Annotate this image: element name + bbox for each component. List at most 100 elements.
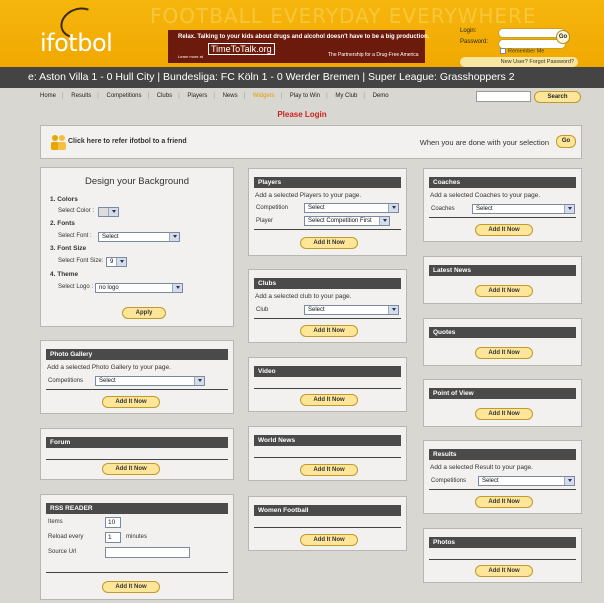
select-logo-label: Select Logo : (58, 284, 94, 290)
photo-competitions-select[interactable]: Select (95, 376, 205, 386)
done-selection-text: When you are done with your selection (419, 138, 549, 147)
clubs-label: Club (256, 307, 269, 313)
clubs-select[interactable]: Select (304, 305, 399, 315)
quotes-title: Quotes (429, 327, 576, 338)
coaches-title: Coaches (429, 177, 576, 188)
coaches-panel: Coaches Add a selected Coaches to your p… (423, 168, 582, 242)
people-icon (51, 135, 66, 150)
photo-gallery-add-button[interactable]: Add It Now (102, 396, 160, 408)
nav-clubs[interactable]: Clubs (157, 93, 172, 99)
refer-link[interactable]: Click here to refer ifotbol to a friend (68, 138, 187, 145)
nav-play-to-win[interactable]: Play to Win (290, 93, 320, 99)
video-title: Video (254, 366, 401, 377)
point-of-view-title: Point of View (429, 388, 576, 399)
nav-players[interactable]: Players (187, 93, 207, 99)
new-user-link[interactable]: New User? Forgot Password? (460, 57, 578, 67)
latest-news-panel: Latest News Add It Now (423, 256, 582, 304)
theme-heading: 4. Theme (50, 271, 79, 278)
results-desc: Add a selected Result to your page. (430, 464, 533, 471)
rss-reader-panel: RSS READER Items 10 Reload every 1 minut… (40, 494, 234, 600)
coaches-add-button[interactable]: Add It Now (475, 224, 533, 236)
remember-checkbox[interactable] (500, 48, 506, 54)
font-size-select[interactable]: 9 (106, 257, 127, 267)
nav-home[interactable]: Home (40, 93, 56, 99)
point-of-view-add-button[interactable]: Add It Now (475, 408, 533, 420)
coaches-select[interactable]: Select (472, 204, 575, 214)
nav-competitions[interactable]: Competitions (107, 93, 142, 99)
select-font-size-label: Select Font Size: (58, 258, 104, 264)
header-tagline: FOOTBALL EVERYDAY EVERYWHERE (150, 4, 537, 28)
results-panel: Results Add a selected Result to your pa… (423, 440, 582, 514)
results-title: Results (429, 449, 576, 460)
ad-text: Relax. Talking to your kids about drugs … (178, 34, 430, 40)
results-competitions-label: Competitions (431, 478, 467, 484)
rss-reload-input[interactable]: 1 (105, 532, 121, 543)
latest-news-title: Latest News (429, 265, 576, 276)
players-player-select[interactable]: Select Competition First (304, 216, 390, 226)
video-add-button[interactable]: Add It Now (300, 394, 358, 406)
forum-panel: Forum Add It Now (40, 428, 234, 480)
login-go-button[interactable]: Go (556, 30, 570, 44)
rss-items-input[interactable]: 10 (105, 517, 121, 528)
done-go-button[interactable]: Go (556, 135, 576, 148)
nav-widgets[interactable]: Widgets (253, 93, 275, 99)
players-panel: Players Add a selected Players to your p… (248, 168, 407, 256)
world-news-add-button[interactable]: Add It Now (300, 464, 358, 476)
photos-title: Photos (429, 537, 576, 548)
remember-me[interactable]: Remember Me (500, 48, 544, 54)
clubs-title: Clubs (254, 278, 401, 289)
ad-sponsor: The Partnership for a Drug-Free America (328, 52, 419, 58)
ad-banner[interactable]: Relax. Talking to your kids about drugs … (168, 30, 429, 63)
fonts-heading: 2. Fonts (50, 220, 75, 227)
apply-button[interactable]: Apply (122, 307, 166, 319)
results-competitions-select[interactable]: Select (478, 476, 575, 486)
results-add-button[interactable]: Add It Now (475, 496, 533, 508)
nav-demo[interactable]: Demo (373, 93, 389, 99)
search-input[interactable] (476, 91, 531, 102)
nav-results[interactable]: Results (71, 93, 91, 99)
nav-my-club[interactable]: My Club (335, 93, 357, 99)
photo-gallery-panel: Photo Gallery Add a selected Photo Galle… (40, 340, 234, 414)
clubs-desc: Add a selected club to your page. (255, 293, 352, 300)
forum-add-button[interactable]: Add It Now (102, 463, 160, 475)
players-add-button[interactable]: Add It Now (300, 237, 358, 249)
font-size-heading: 3. Font Size (50, 245, 87, 252)
coaches-label: Coaches (431, 206, 455, 212)
login-label: Login: (460, 28, 477, 34)
rss-reader-title: RSS READER (46, 503, 228, 514)
players-title: Players (254, 177, 401, 188)
colors-heading: 1. Colors (50, 196, 78, 203)
logo-select[interactable]: no logo (95, 283, 183, 293)
score-ticker: e: Aston Villa 1 - 0 Hull City | Bundesl… (0, 67, 604, 88)
quotes-panel: Quotes Add It Now (423, 318, 582, 366)
players-competition-select[interactable]: Select (304, 203, 399, 213)
clubs-add-button[interactable]: Add It Now (300, 325, 358, 337)
point-of-view-panel: Point of View Add It Now (423, 379, 582, 427)
color-select[interactable] (98, 207, 119, 217)
please-login-message: Please Login (277, 110, 327, 119)
photo-competitions-label: Competitions (48, 378, 84, 384)
site-header: FOOTBALL EVERYDAY EVERYWHERE ifotbol Rel… (0, 0, 604, 67)
rss-minutes-label: minutes (126, 534, 148, 540)
women-football-add-button[interactable]: Add It Now (300, 534, 358, 546)
rss-items-label: Items (48, 519, 63, 525)
clubs-panel: Clubs Add a selected club to your page. … (248, 269, 407, 343)
nav-news[interactable]: News (223, 93, 238, 99)
refer-bar: Click here to refer ifotbol to a friend … (40, 125, 582, 159)
rss-source-label: Source Url (48, 549, 77, 555)
design-title: Design your Background (84, 176, 190, 187)
players-competition-label: Competition (256, 205, 289, 211)
women-football-title: Women Football (254, 505, 401, 516)
photos-add-button[interactable]: Add It Now (475, 565, 533, 577)
search-button[interactable]: Search (534, 91, 581, 103)
rss-source-input[interactable] (105, 547, 190, 558)
world-news-title: World News (254, 435, 401, 446)
select-color-label: Select Color : (58, 208, 95, 214)
font-select[interactable]: Select (98, 232, 180, 242)
site-logo[interactable]: ifotbol (40, 29, 113, 57)
photo-gallery-title: Photo Gallery (46, 349, 228, 360)
latest-news-add-button[interactable]: Add It Now (475, 285, 533, 297)
quotes-add-button[interactable]: Add It Now (475, 347, 533, 359)
rss-add-button[interactable]: Add It Now (102, 581, 160, 593)
players-desc: Add a selected Players to your page. (255, 192, 362, 199)
